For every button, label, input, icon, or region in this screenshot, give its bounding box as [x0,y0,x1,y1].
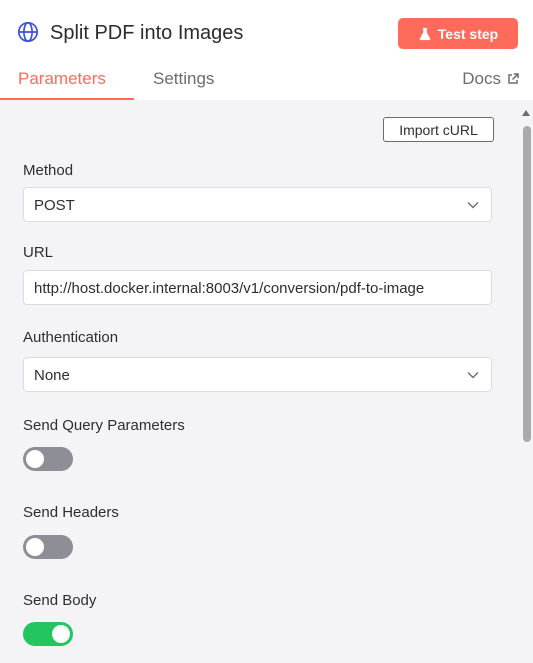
authentication-select[interactable]: None [23,357,492,392]
send-query-parameters-toggle[interactable] [23,447,73,471]
send-body-label: Send Body [23,592,97,609]
flask-icon [419,27,431,40]
send-headers-toggle[interactable] [23,535,73,559]
node-header: Split PDF into Images Test step [0,0,533,66]
parameters-panel: Import cURL Method POST URL http://host.… [0,100,519,663]
method-select[interactable]: POST [23,187,492,222]
import-curl-button[interactable]: Import cURL [383,117,494,142]
globe-icon [18,22,38,42]
send-headers-label: Send Headers [23,504,119,521]
url-input[interactable]: http://host.docker.internal:8003/v1/conv… [23,270,492,305]
authentication-label: Authentication [23,329,119,346]
send-body-toggle[interactable] [23,622,73,646]
node-title: Split PDF into Images [50,22,244,44]
toggle-knob [26,538,44,556]
docs-link[interactable]: Docs [462,69,519,89]
send-query-parameters-label: Send Query Parameters [23,417,185,434]
chevron-down-icon [467,372,479,379]
test-step-label: Test step [437,25,499,42]
toggle-knob [52,625,70,643]
url-value: http://host.docker.internal:8003/v1/conv… [34,280,425,297]
url-label: URL [23,244,54,261]
method-label: Method [23,162,74,179]
test-step-button[interactable]: Test step [398,18,518,49]
chevron-down-icon [467,202,479,209]
tab-parameters[interactable]: Parameters [18,69,106,89]
method-value: POST [34,197,75,214]
external-link-icon [508,73,519,84]
toggle-knob [26,450,44,468]
tab-bar: Parameters Settings Docs [0,62,533,100]
docs-label: Docs [462,69,501,88]
scrollbar-thumb[interactable] [523,126,531,442]
authentication-value: None [34,367,70,384]
tab-settings[interactable]: Settings [153,69,214,89]
scroll-up-arrow-icon[interactable] [522,110,530,116]
scrollbar[interactable] [519,100,533,663]
